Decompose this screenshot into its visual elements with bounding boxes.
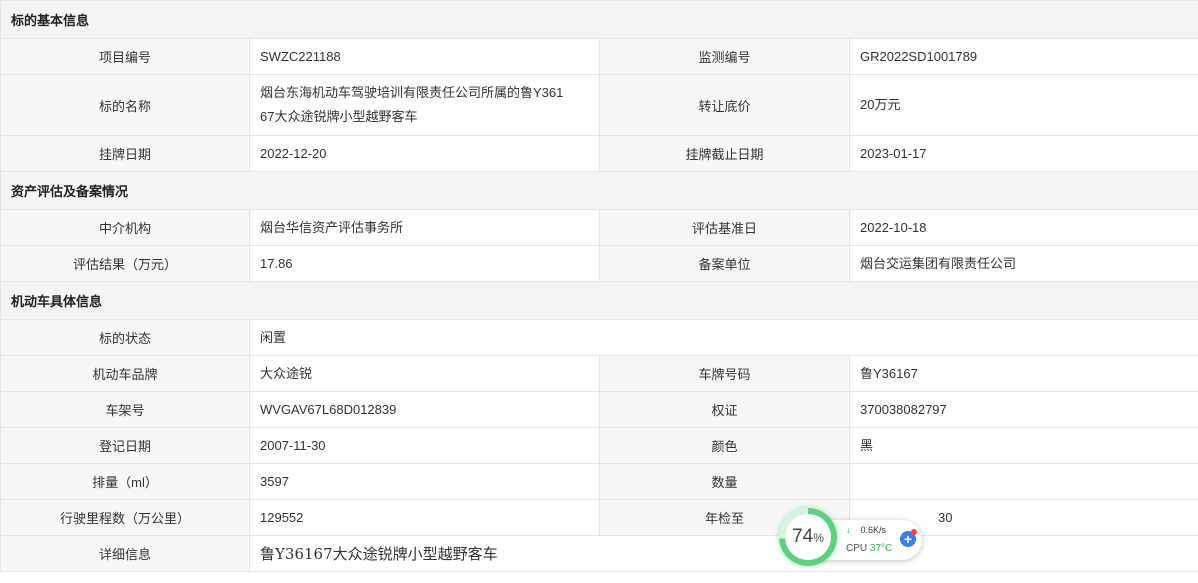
section-title: 机动车具体信息: [0, 281, 1198, 320]
name-line-1: 烟台东海机动车驾驶培训有限责任公司所属的鲁Y361: [260, 85, 564, 100]
displacement-value: 3597: [249, 463, 600, 500]
filing-label: 备案单位: [599, 245, 850, 282]
cpu-temperature: 37°C: [869, 543, 893, 554]
section-header-assessment: 资产评估及备案情况: [0, 171, 1198, 210]
mileage-label: 行驶里程数（万公里）: [0, 499, 250, 536]
cpu-label: CPU: [846, 543, 868, 554]
agency-label: 中介机构: [0, 209, 250, 246]
status-value: 闲置: [248, 319, 1198, 356]
filing-value: 烟台交运集团有限责任公司: [848, 245, 1198, 282]
name-label: 标的名称: [0, 74, 250, 136]
agency-value: 烟台华信资产评估事务所: [249, 209, 600, 246]
project-no-label: 项目编号: [0, 38, 250, 75]
list-date-label: 挂牌日期: [0, 135, 250, 172]
network-speed-row: ↓ 0.6K/s: [846, 525, 886, 535]
network-speed: 0.6K/s: [860, 525, 887, 535]
brand-value: 大众途锐: [249, 355, 600, 392]
section-title: 标的基本信息: [0, 0, 1198, 39]
info-table: 标的基本信息 项目编号 SWZC221188 监测编号 GR2022SD1001…: [0, 0, 1198, 572]
name-line-2: 67大众途锐牌小型越野客车: [260, 109, 418, 124]
table-row: 排量（ml） 3597 数量: [0, 463, 1198, 500]
table-row: 挂牌日期 2022-12-20 挂牌截止日期 2023-01-17: [0, 135, 1198, 172]
table-row: 标的名称 烟台东海机动车驾驶培训有限责任公司所属的鲁Y361 67大众途锐牌小型…: [0, 74, 1198, 136]
table-row: 标的状态 闲置: [0, 319, 1198, 356]
reg-date-label: 登记日期: [0, 427, 250, 464]
memory-usage-readout: 74%: [785, 514, 831, 560]
detail-value: 鲁Y36167大众途锐牌小型越野客车: [248, 535, 1198, 572]
price-value: 20万元: [848, 74, 1198, 136]
memory-percent-unit: %: [813, 531, 824, 545]
section-header-vehicle: 机动车具体信息: [0, 281, 1198, 320]
mileage-value: 129552: [249, 499, 600, 536]
result-label: 评估结果（万元）: [0, 245, 250, 282]
cpu-row: CPU 37°C: [846, 543, 892, 554]
end-date-value: 2023-01-17: [848, 135, 1198, 172]
cert-value: 370038082797: [848, 391, 1198, 428]
plate-value: 鲁Y36167: [848, 355, 1198, 392]
vin-label: 车架号: [0, 391, 250, 428]
download-arrow-icon: ↓: [846, 525, 851, 535]
notification-dot-icon: [911, 529, 917, 535]
plate-label: 车牌号码: [599, 355, 850, 392]
system-monitor-widget[interactable]: 74% ↓ 0.6K/s CPU 37°C +: [776, 505, 926, 571]
table-row: 机动车品牌 大众途锐 车牌号码 鲁Y36167: [0, 355, 1198, 392]
table-row: 中介机构 烟台华信资产评估事务所 评估基准日 2022-10-18: [0, 209, 1198, 246]
status-label: 标的状态: [0, 319, 250, 356]
base-date-value: 2022-10-18: [848, 209, 1198, 246]
table-row: 项目编号 SWZC221188 监测编号 GR2022SD1001789: [0, 38, 1198, 75]
monitor-no-value: GR2022SD1001789: [848, 38, 1198, 75]
quantity-value: [848, 463, 1198, 500]
table-row: 车架号 WVGAV67L68D012839 权证 370038082797: [0, 391, 1198, 428]
memory-percent: 74: [792, 526, 814, 547]
table-row: 行驶里程数（万公里） 129552 年检至 30: [0, 499, 1198, 536]
result-value: 17.86: [249, 245, 600, 282]
color-label: 颜色: [599, 427, 850, 464]
section-header-basic: 标的基本信息: [0, 0, 1198, 39]
list-date-value: 2022-12-20: [249, 135, 600, 172]
vin-value: WVGAV67L68D012839: [249, 391, 600, 428]
reg-date-value: 2007-11-30: [249, 427, 600, 464]
brand-label: 机动车品牌: [0, 355, 250, 392]
color-value: 黑: [848, 427, 1198, 464]
memory-usage-ring[interactable]: 74%: [779, 508, 837, 566]
end-date-label: 挂牌截止日期: [599, 135, 850, 172]
price-label: 转让底价: [599, 74, 850, 136]
displacement-label: 排量（ml）: [0, 463, 250, 500]
table-row: 详细信息 鲁Y36167大众途锐牌小型越野客车: [0, 535, 1198, 572]
cert-label: 权证: [599, 391, 850, 428]
quantity-label: 数量: [599, 463, 850, 500]
section-title: 资产评估及备案情况: [0, 171, 1198, 210]
name-value: 烟台东海机动车驾驶培训有限责任公司所属的鲁Y361 67大众途锐牌小型越野客车: [249, 74, 600, 136]
table-row: 评估结果（万元） 17.86 备案单位 烟台交运集团有限责任公司: [0, 245, 1198, 282]
table-row: 登记日期 2007-11-30 颜色 黑: [0, 427, 1198, 464]
project-no-value: SWZC221188: [249, 38, 600, 75]
monitor-no-label: 监测编号: [599, 38, 850, 75]
detail-label: 详细信息: [0, 535, 250, 572]
base-date-label: 评估基准日: [599, 209, 850, 246]
